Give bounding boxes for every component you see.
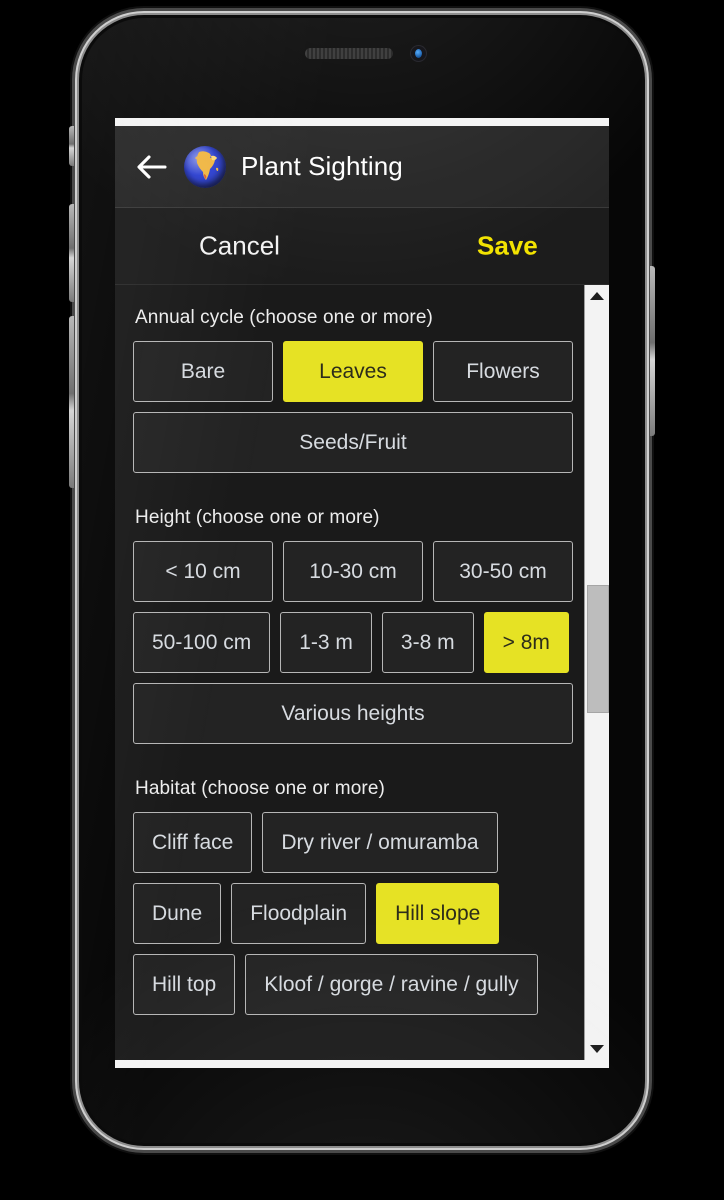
volume-down-button[interactable] <box>69 316 74 488</box>
chip-row: Seeds/Fruit <box>133 412 573 473</box>
chip-row: Various heights <box>133 683 573 744</box>
cancel-button[interactable]: Cancel <box>193 227 286 266</box>
triangle-down-icon[interactable] <box>585 1038 609 1060</box>
option-chip[interactable]: Leaves <box>283 341 423 402</box>
option-chip[interactable]: Hill top <box>133 954 236 1015</box>
chip-row: Hill top Kloof / gorge / ravine / gully <box>133 954 573 1015</box>
option-chip[interactable]: Hill slope <box>376 883 500 944</box>
form-section: Height (choose one or more) < 10 cm 10-30 … <box>133 507 573 744</box>
earpiece-speaker-icon <box>305 48 393 59</box>
form-section: Annual cycle (choose one or more) Bare Lea… <box>133 307 573 473</box>
option-chip[interactable]: Bare <box>133 341 273 402</box>
option-chip[interactable]: Flowers <box>433 341 573 402</box>
section-label: Habitat (choose one or more) <box>135 778 385 799</box>
chip-row: < 10 cm 10-30 cm 30-50 cm <box>133 541 573 602</box>
screen-bottom-strip <box>115 1060 609 1068</box>
back-arrow-icon[interactable] <box>134 150 168 184</box>
form-scroll-area: Annual cycle (choose one or more) Bare Lea… <box>115 285 609 1060</box>
screen-top-strip <box>115 118 609 126</box>
option-chip[interactable]: 3-8 m <box>381 612 474 673</box>
save-button[interactable]: Save <box>471 227 544 266</box>
phone-screen: Plant Sighting Cancel Save Annual cycle … <box>115 118 609 1068</box>
page-title: Plant Sighting <box>241 151 403 181</box>
option-chip[interactable]: Floodplain <box>231 883 367 944</box>
front-camera-icon <box>410 45 427 62</box>
option-chip[interactable]: Various heights <box>133 683 573 744</box>
section-label: Height (choose one or more) <box>135 507 380 528</box>
section-label: Annual cycle (choose one or more) <box>135 307 433 328</box>
option-chip[interactable]: Kloof / gorge / ravine / gully <box>245 954 538 1015</box>
form-content: Annual cycle (choose one or more) Bare Lea… <box>115 285 585 1060</box>
option-chip[interactable]: Dry river / omuramba <box>262 812 498 873</box>
chip-row: Cliff face Dry river / omuramba <box>133 812 573 873</box>
app-toolbar: Plant Sighting <box>115 126 609 208</box>
option-chip[interactable]: Cliff face <box>133 812 253 873</box>
chip-row: Dune Floodplain Hill slope <box>133 883 573 944</box>
option-chip[interactable]: Dune <box>133 883 222 944</box>
phone-device-frame: Plant Sighting Cancel Save Annual cycle … <box>69 18 655 1143</box>
form-section: Habitat (choose one or more) Cliff face Dr… <box>133 778 573 1015</box>
power-button[interactable] <box>650 266 655 436</box>
chip-row: 50-100 cm 1-3 m 3-8 m > 8m <box>133 612 573 673</box>
option-chip[interactable]: < 10 cm <box>133 541 273 602</box>
scrollbar-thumb[interactable] <box>587 585 609 713</box>
option-chip[interactable]: > 8m <box>483 612 569 673</box>
option-chip[interactable]: 30-50 cm <box>433 541 573 602</box>
form-scrollbar[interactable] <box>584 285 609 1060</box>
option-chip[interactable]: 50-100 cm <box>133 612 271 673</box>
chip-row: Bare Leaves Flowers <box>133 341 573 402</box>
option-chip[interactable]: 1-3 m <box>280 612 372 673</box>
option-chip[interactable]: 10-30 cm <box>283 541 423 602</box>
action-bar: Cancel Save <box>115 208 609 285</box>
globe-africa-icon <box>184 145 226 188</box>
triangle-up-icon[interactable] <box>585 285 609 307</box>
mute-switch-button[interactable] <box>69 126 74 166</box>
volume-up-button[interactable] <box>69 204 74 302</box>
option-chip[interactable]: Seeds/Fruit <box>133 412 573 473</box>
